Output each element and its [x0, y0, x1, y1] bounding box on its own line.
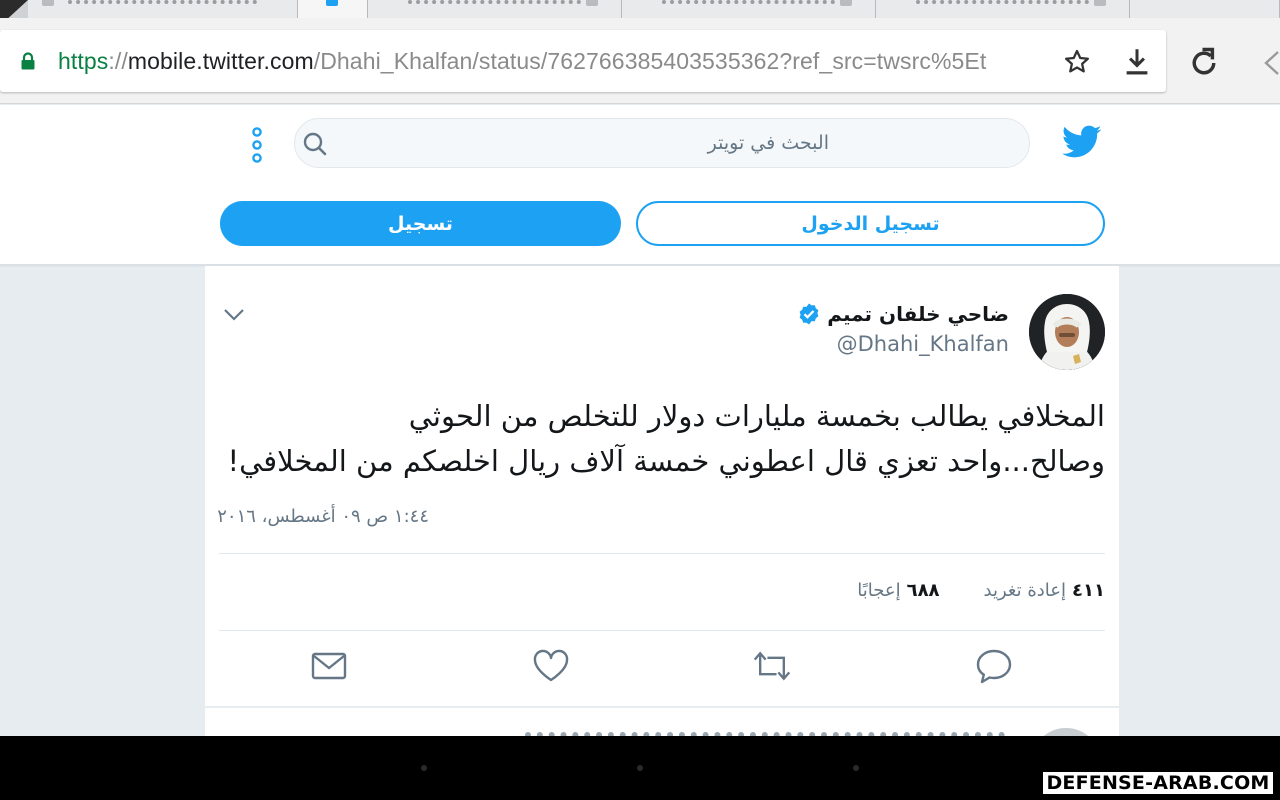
more-vertical-icon[interactable] — [248, 127, 266, 163]
retweet-count: ٤١١ — [1072, 580, 1105, 601]
tweet-stats: ٤١١إعادة تغريد ٦٨٨إعجابًا — [857, 580, 1105, 601]
nav-home-button[interactable] — [637, 765, 643, 771]
tab-favicon — [586, 0, 598, 6]
twitter-bird-icon[interactable] — [1062, 124, 1102, 160]
star-icon — [1065, 49, 1089, 73]
browser-tab[interactable] — [876, 0, 1130, 18]
search-box[interactable] — [294, 118, 1030, 168]
divider — [219, 630, 1105, 631]
like-count: ٦٨٨ — [906, 580, 940, 601]
signup-button[interactable]: تسجيل — [220, 201, 621, 246]
tweet-card: ضاحي خلفان تميم @Dhahi_Khalfan المخلافي … — [205, 266, 1119, 706]
twitter-tab-favicon — [326, 0, 338, 6]
chevron-down-icon[interactable] — [221, 304, 247, 324]
browser-toolbar: https://mobile.twitter.com/Dhahi_Khalfan… — [0, 18, 1280, 104]
nav-recents-button[interactable] — [853, 765, 859, 771]
heart-icon — [533, 649, 569, 682]
retweet-button[interactable] — [752, 646, 792, 686]
search-input[interactable] — [295, 119, 1029, 167]
url-path: /Dhahi_Khalfan/status/762766385403535362… — [313, 48, 987, 74]
tweet-timestamp[interactable]: ١:٤٤ ص ٠٩ أغسطس، ٢٠١٦ — [217, 506, 429, 527]
tab-title-clipped — [662, 0, 835, 6]
tab-favicon — [1094, 0, 1106, 6]
avatar-portrait — [1029, 294, 1105, 370]
author-name[interactable]: ضاحي خلفان تميم — [827, 302, 1009, 326]
mail-icon — [311, 652, 347, 680]
url-separator: :// — [108, 48, 128, 74]
tab-title-clipped — [916, 0, 1089, 6]
url-host: mobile.twitter.com — [127, 48, 314, 74]
reply-button[interactable] — [974, 646, 1014, 686]
like-stat[interactable]: ٦٨٨إعجابًا — [857, 580, 939, 601]
bookmark-star-button[interactable] — [1060, 45, 1094, 79]
browser-tab[interactable] — [1130, 0, 1280, 18]
verified-badge-icon — [799, 303, 819, 325]
author-block: ضاحي خلفان تميم @Dhahi_Khalfan — [797, 302, 1009, 356]
address-url[interactable]: https://mobile.twitter.com/Dhahi_Khalfan… — [58, 48, 986, 75]
browser-tab[interactable] — [368, 0, 622, 18]
address-bar[interactable]: https://mobile.twitter.com/Dhahi_Khalfan… — [0, 30, 1166, 92]
like-button[interactable] — [531, 646, 571, 686]
browser-tab[interactable] — [28, 0, 298, 18]
tweet-actions — [205, 646, 1119, 690]
search-icon[interactable] — [301, 130, 329, 158]
author-handle[interactable]: @Dhahi_Khalfan — [797, 332, 1009, 356]
url-scheme: https — [58, 48, 109, 74]
tab-favicon — [840, 0, 852, 6]
retweet-icon — [753, 651, 791, 681]
browser-tab-strip — [0, 0, 1280, 18]
tab-strip-corner — [0, 0, 28, 18]
download-icon — [1126, 49, 1148, 75]
tab-title-clipped — [68, 0, 257, 6]
tab-title-clipped — [408, 0, 581, 6]
reply-icon — [976, 649, 1012, 684]
share-dm-button[interactable] — [309, 646, 349, 686]
lock-icon — [21, 52, 35, 70]
browser-tab[interactable] — [622, 0, 876, 18]
nav-back-button[interactable] — [421, 765, 427, 771]
tab-favicon — [42, 0, 54, 6]
twitter-header: تسجيل تسجيل الدخول — [0, 105, 1280, 265]
tweet-text-line: المخلافي يطالب بخمسة مليارات دولار للتخل… — [408, 399, 1105, 433]
avatar[interactable] — [1029, 294, 1105, 370]
back-arrow-icon[interactable] — [1260, 48, 1280, 78]
retweet-stat[interactable]: ٤١١إعادة تغريد — [984, 580, 1105, 601]
like-label: إعجابًا — [857, 580, 901, 601]
browser-tab-active[interactable] — [298, 0, 368, 18]
watermark: DEFENSE-ARAB.COM — [1041, 770, 1275, 796]
login-button[interactable]: تسجيل الدخول — [636, 201, 1105, 246]
tweet-text-line: وصالح...واحد تعزي قال اعطوني خمسة آلاف ر… — [227, 444, 1105, 478]
tweet-text: المخلافي يطالب بخمسة مليارات دولار للتخل… — [219, 394, 1105, 484]
download-button[interactable] — [1120, 45, 1154, 79]
divider — [219, 553, 1105, 554]
author-name-row: ضاحي خلفان تميم — [797, 302, 1009, 326]
reload-icon[interactable] — [1186, 45, 1222, 81]
retweet-label: إعادة تغريد — [983, 580, 1067, 601]
